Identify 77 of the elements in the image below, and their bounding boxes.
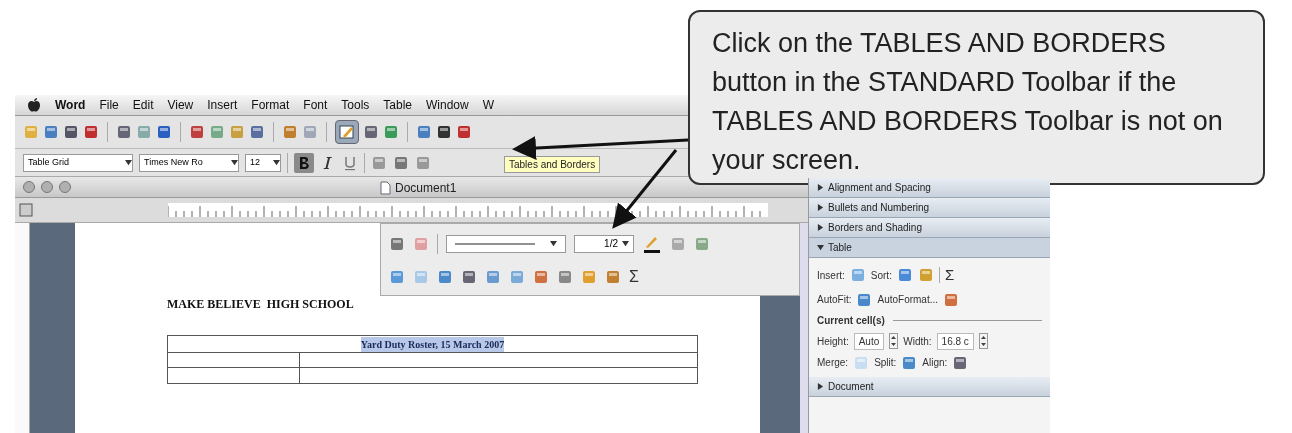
tables-and-borders-button[interactable]: [335, 120, 359, 144]
expanded-triangle-icon: [817, 244, 824, 251]
toolbar-icon[interactable]: [116, 124, 132, 140]
apple-icon[interactable]: [27, 97, 41, 113]
merge-label: Merge:: [817, 356, 849, 370]
toolbar-icon[interactable]: [456, 124, 472, 140]
menu-item[interactable]: Format: [251, 96, 290, 114]
expanded-triangle-icon: [622, 240, 629, 248]
panel-section-header[interactable]: Bullets and Numbering: [809, 198, 1050, 218]
window-control-icon[interactable]: [23, 181, 35, 193]
width-label: Width:: [903, 334, 932, 349]
toolbar-icon[interactable]: [63, 124, 79, 140]
collapsed-triangle-icon: [817, 184, 824, 191]
expanded-triangle-icon: [125, 159, 132, 166]
sum-button[interactable]: Σ: [629, 265, 639, 290]
collapsed-triangle-icon: [817, 224, 824, 231]
panel-section-header[interactable]: Document: [809, 376, 1050, 397]
vertical-scrollbar[interactable]: [800, 223, 808, 433]
toolbar-icon[interactable]: [952, 354, 969, 371]
menu-item[interactable]: Tools: [341, 96, 370, 114]
height-field[interactable]: Auto: [853, 332, 885, 350]
width-field[interactable]: 16.8 c: [936, 332, 974, 350]
height-label: Height:: [817, 334, 849, 349]
collapsed-triangle-icon: [817, 204, 824, 211]
line-style-icon: [455, 241, 535, 246]
menu-item[interactable]: Window: [426, 96, 469, 114]
menu-item[interactable]: Font: [303, 96, 328, 114]
section-label: Document: [828, 379, 874, 394]
section-label: Alignment and Spacing: [828, 181, 931, 195]
toolbar-icon[interactable]: [436, 124, 452, 140]
window-control-icon[interactable]: [59, 181, 71, 193]
menu-item[interactable]: View: [167, 96, 194, 114]
panel-section-header[interactable]: Borders and Shading: [809, 218, 1050, 238]
menu-item[interactable]: Word: [55, 96, 86, 114]
expanded-triangle-icon: [231, 159, 238, 166]
menu-item[interactable]: Insert: [207, 96, 238, 114]
line-style-dropdown[interactable]: [446, 234, 566, 253]
sum-button[interactable]: Σ: [944, 264, 955, 287]
insert-label: Insert:: [817, 268, 845, 283]
window-title: Document1: [395, 180, 457, 197]
panel-section-header[interactable]: Table: [809, 238, 1050, 258]
panel-section-header[interactable]: Alignment and Spacing: [809, 178, 1050, 198]
split-label: Split:: [874, 356, 897, 370]
line-weight-dropdown[interactable]: 1/2: [574, 234, 634, 253]
menu-item[interactable]: Table: [383, 96, 413, 114]
section-label: Borders and Shading: [828, 221, 922, 235]
group-label: Current cell(s): [817, 313, 885, 328]
toolbar-icon[interactable]: [83, 124, 99, 140]
menu-item[interactable]: W: [482, 96, 495, 114]
sort-label: Sort:: [870, 268, 892, 283]
document-icon: [380, 181, 391, 195]
expanded-triangle-icon: [550, 240, 557, 248]
tooltip: Tables and Borders: [504, 156, 601, 173]
toolbar-icon[interactable]: [461, 269, 477, 286]
style-dropdown[interactable]: Table Grid: [23, 153, 133, 172]
toolbar-icon[interactable]: [363, 124, 379, 140]
document-heading: MAKE BELIEVE HIGH SCHOOL: [167, 296, 355, 313]
window-control-icon[interactable]: [41, 181, 53, 193]
menu-item[interactable]: File: [99, 96, 119, 114]
table-title: Yard Duty Roster, 15 March 2007: [360, 336, 505, 352]
toolbar-icon[interactable]: [156, 124, 172, 140]
autofit-label: AutoFit:: [817, 293, 852, 307]
section-label: Bullets and Numbering: [828, 201, 930, 215]
spinner-icon[interactable]: [889, 333, 899, 349]
callout-text: Click on the TABLES AND BORDERS button in the STANDARD Toolbar if the TABLES AND BORDERS Toolbar is not on your screen.: [712, 27, 1224, 177]
expanded-triangle-icon: [273, 159, 280, 166]
font-dropdown[interactable]: Times New Ro: [139, 153, 239, 172]
collapsed-triangle-icon: [817, 382, 824, 390]
size-dropdown[interactable]: 12: [245, 153, 281, 172]
align-label: Align:: [922, 356, 948, 370]
spinner-icon[interactable]: [978, 333, 988, 349]
autoformat-button[interactable]: AutoFormat...: [877, 292, 939, 307]
bold-icon[interactable]: [294, 152, 314, 173]
table-pencil-icon: [339, 124, 355, 140]
view-icon[interactable]: [19, 203, 33, 217]
section-label: Table: [828, 241, 852, 255]
menu-item[interactable]: Edit: [132, 96, 154, 114]
